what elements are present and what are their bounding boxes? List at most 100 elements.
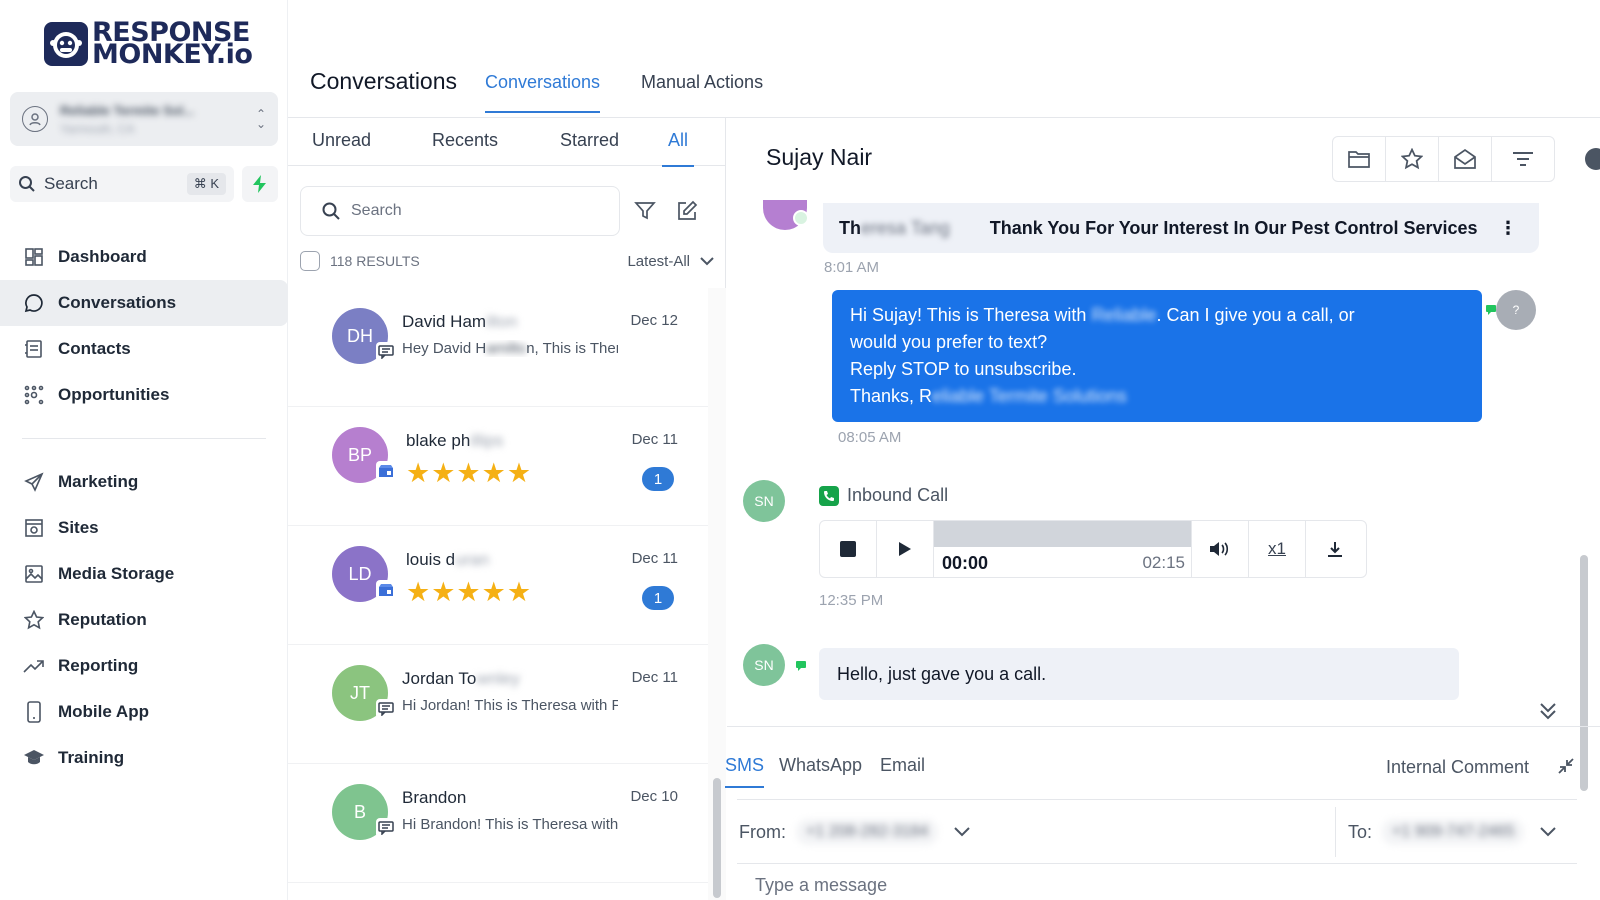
conversation-item[interactable]: B Brandon Hi Brandon! This is Theresa wi… [288,764,708,883]
collapse-icon[interactable] [1557,757,1575,775]
brand-wordmark: RESPONSE MONKEY.io [92,19,253,68]
tab-email[interactable]: Email [880,755,925,776]
progress-bar[interactable] [934,521,1191,547]
sidebar-item-sites[interactable]: Sites [0,505,288,551]
sidebar-item-label: Marketing [58,472,139,491]
top-header: Conversations Conversations Manual Actio… [288,0,1600,118]
email-message[interactable]: Th eresa Tang Thank You For Your Interest… [823,203,1539,253]
tab-recents[interactable]: Recents [432,130,498,165]
tab-unread[interactable]: Unread [312,130,371,165]
message-input[interactable]: Type a message [755,875,887,896]
list-scrollbar[interactable] [708,288,726,900]
sms-badge-icon [376,818,396,838]
conversation-list-pane: Unread Recents Starred All Search 118 RE… [288,118,726,900]
download-button[interactable] [1306,521,1363,577]
graduation-cap-icon [22,746,46,770]
sidebar-item-training[interactable]: Training [0,735,288,781]
search-icon [322,202,340,220]
chevron-down-icon[interactable] [954,827,971,837]
to-selector[interactable]: To: +1 909-747-2465 [1335,807,1557,857]
sidebar-item-dashboard[interactable]: Dashboard [0,234,288,280]
account-switcher[interactable]: Reliable Termite Sol... Yarmouth, CA ⌃ ⌄ [10,92,278,146]
filter-lines-icon [1513,152,1533,166]
tab-whatsapp[interactable]: WhatsApp [779,755,862,776]
search-icon [19,176,35,192]
scrollbar-thumb[interactable] [713,778,721,898]
sidebar-item-contacts[interactable]: Contacts [0,326,288,372]
message-time: 8:01 AM [824,259,880,276]
quick-actions-button[interactable] [242,166,278,202]
conversation-item[interactable]: JT Jordan Townley Hi Jordan! This is The… [288,645,708,764]
mark-unread-button[interactable] [1438,136,1492,182]
audio-player: 00:00 02:15 x1 [819,520,1367,578]
sort-dropdown[interactable]: Latest-All [627,253,714,270]
conversation-preview: Hey David Hamilton, This is Ther [402,340,618,357]
divider [737,863,1577,864]
tab-conversations[interactable]: Conversations [485,72,601,113]
to-label: To: [1348,821,1373,842]
volume-button[interactable] [1192,521,1249,577]
filter-messages-button[interactable] [1491,136,1555,182]
more-options-icon[interactable]: ⋮ [1499,218,1517,239]
chat-actions [1332,136,1555,182]
sort-label: Latest-All [627,252,690,270]
sidebar-item-media-storage[interactable]: Media Storage [0,551,288,597]
sidebar-item-conversations[interactable]: Conversations [0,280,288,326]
tab-sms[interactable]: SMS [725,755,765,788]
chat-scrollbar[interactable] [1577,203,1591,808]
chevron-down-icon [700,257,714,266]
tab-all[interactable]: All [662,130,695,167]
compose-icon[interactable] [676,200,698,222]
tab-starred[interactable]: Starred [560,130,619,165]
msg-text: Hi Sujay! This is Theresa with [850,305,1092,325]
playback-speed-button[interactable]: x1 [1249,521,1306,577]
sms-badge-icon [376,699,396,719]
sidebar-item-opportunities[interactable]: Opportunities [0,372,288,418]
stop-button[interactable] [820,521,877,577]
inbound-call-label: Inbound Call [819,485,948,506]
message-time: 12:35 PM [819,592,884,609]
collapse-panel-button[interactable] [1585,148,1600,170]
conversation-date: Dec 11 [631,431,678,448]
message-composer: SMS WhatsApp Email Internal Comment From… [725,726,1600,900]
conversation-date: Dec 12 [630,312,678,329]
outgoing-message[interactable]: Hi Sujay! This is Theresa with Reliable.… [832,290,1482,422]
conversation-item[interactable]: DH David Hamilton Hey David Hamilton, Th… [288,288,708,407]
sidebar-item-reputation[interactable]: Reputation [0,597,288,643]
star-button[interactable] [1385,136,1439,182]
move-folder-button[interactable] [1332,136,1386,182]
scroll-to-bottom-icon[interactable] [1537,700,1559,722]
sidebar-search-label: Search [44,174,98,193]
play-button[interactable] [877,521,934,577]
conversation-name: blake phillips [406,431,504,450]
conversation-item[interactable]: BP blake phillips ★★★★★ Dec 11 1 [288,407,708,526]
sidebar: RESPONSE MONKEY.io Reliable Termite Sol.… [0,0,288,900]
sidebar-search[interactable]: Search ⌘ K [10,166,234,202]
select-all-checkbox[interactable] [300,251,320,271]
email-badge-icon [793,210,809,226]
sidebar-item-mobile-app[interactable]: Mobile App [0,689,288,735]
sidebar-item-marketing[interactable]: Marketing [0,459,288,505]
trend-icon [22,654,46,678]
conversation-item[interactable]: LD louis duran ★★★★★ Dec 11 1 [288,526,708,645]
sidebar-item-label: Reporting [58,656,139,675]
incoming-message[interactable]: Hello, just gave you a call. [819,648,1459,700]
sidebar-item-reporting[interactable]: Reporting [0,643,288,689]
tab-manual-actions[interactable]: Manual Actions [641,72,763,111]
internal-comment-toggle[interactable]: Internal Comment [1386,757,1529,778]
brand-logo[interactable]: RESPONSE MONKEY.io [44,19,253,68]
chevron-down-icon [1540,827,1557,837]
google-business-badge-icon [376,461,396,481]
avatar: ? [1496,290,1536,330]
current-time: 00:00 [942,553,989,573]
conversation-search-input[interactable]: Search [300,186,620,236]
audio-progress[interactable]: 00:00 02:15 [934,521,1192,577]
stop-icon [840,541,856,557]
filter-icon[interactable] [634,200,656,222]
star-icon [1401,148,1423,170]
sidebar-item-label: Sites [58,518,99,537]
volume-icon [1210,542,1229,556]
sidebar-item-label: Mobile App [58,702,149,721]
message-time: 08:05 AM [838,429,902,446]
msg-text: . Can I give you a call, or [1156,305,1355,325]
